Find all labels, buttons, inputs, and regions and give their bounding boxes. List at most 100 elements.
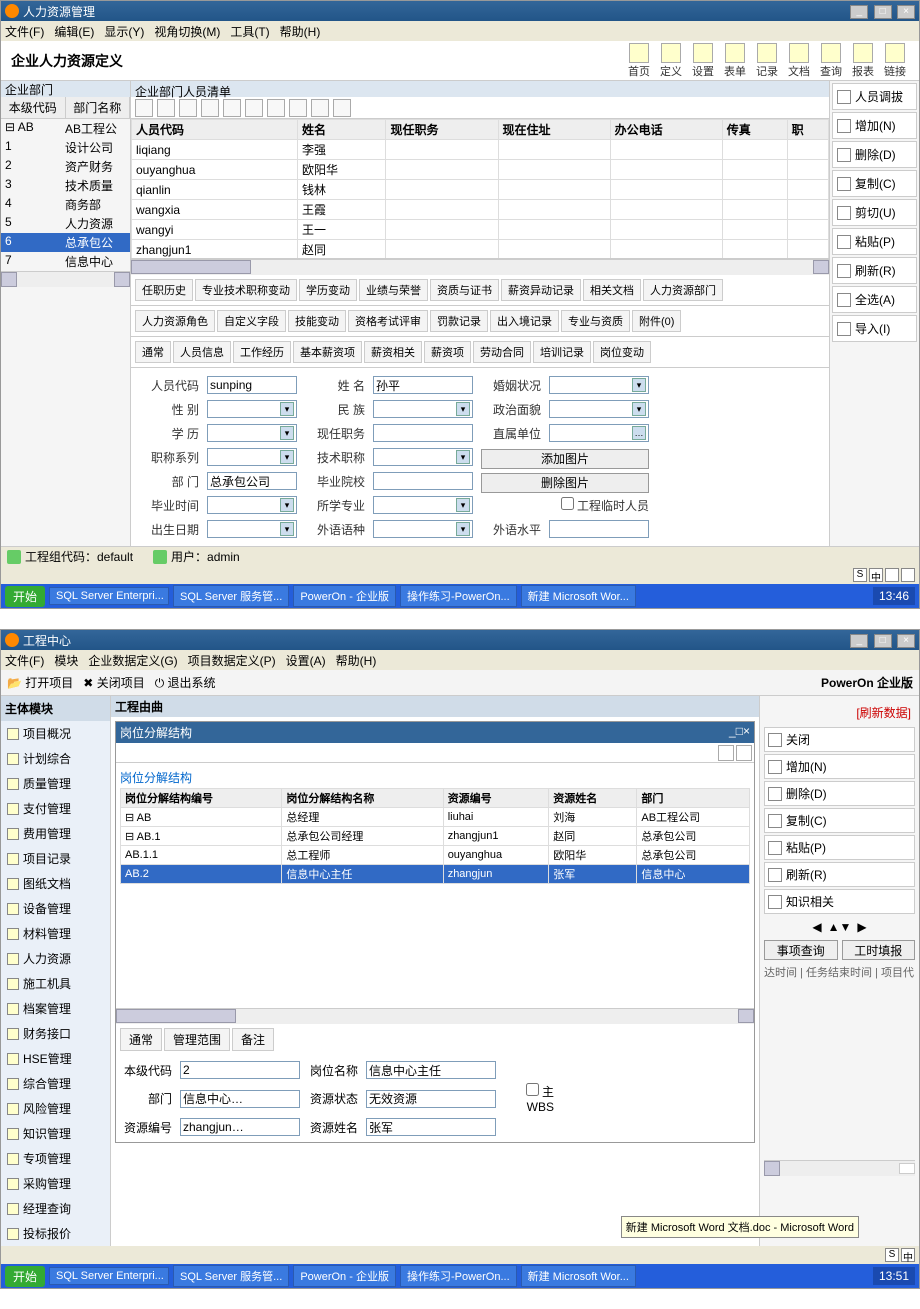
tab[interactable]: 薪资项 — [424, 341, 471, 363]
menu-module[interactable]: 模块 — [54, 652, 78, 669]
action-button[interactable]: 导入(I) — [832, 315, 917, 342]
add-image-button[interactable]: 添加图片 — [481, 449, 649, 469]
tb-form[interactable]: 表单 — [721, 43, 749, 79]
fld-school[interactable] — [373, 472, 473, 490]
tree-row[interactable]: 7信息中心 — [1, 252, 130, 271]
menu-settings[interactable]: 设置(A) — [286, 652, 326, 669]
menu-display[interactable]: 显示(Y) — [104, 23, 144, 40]
fld-edu[interactable]: ▾ — [207, 424, 297, 442]
arrow-up-down-icon[interactable]: ▲▼ — [828, 920, 852, 934]
sidebar-item[interactable]: 档案管理 — [1, 996, 110, 1021]
column-header[interactable]: 岗位分解结构编号 — [121, 789, 282, 808]
sidebar-item[interactable]: 风险管理 — [1, 1096, 110, 1121]
grid-scrollbar[interactable] — [116, 1008, 754, 1024]
action-button[interactable]: 全选(A) — [832, 286, 917, 313]
tool-icon[interactable] — [718, 745, 734, 761]
column-header[interactable]: 姓名 — [297, 120, 386, 140]
taskbar-button[interactable]: SQL Server Enterpri... — [49, 1267, 169, 1285]
sidebar-item[interactable]: 支付管理 — [1, 796, 110, 821]
tool-icon[interactable] — [135, 99, 153, 117]
fld-lang[interactable]: ▾ — [373, 520, 473, 538]
minimize-button[interactable]: _ — [850, 634, 868, 648]
minimize-button[interactable]: _ — [729, 724, 736, 741]
table-row[interactable]: wangxia王霞 — [132, 200, 829, 220]
fld-code[interactable]: 2 — [180, 1061, 300, 1079]
tab[interactable]: 专业技术职称变动 — [195, 279, 297, 301]
tab[interactable]: 学历变动 — [299, 279, 357, 301]
sidebar-item[interactable]: 综合管理 — [1, 1071, 110, 1096]
sidebar-item[interactable]: 费用管理 — [1, 821, 110, 846]
fld-resid[interactable]: zhangjun… — [180, 1118, 300, 1136]
column-header[interactable]: 资源姓名 — [549, 789, 637, 808]
action-button[interactable]: 粘贴(P) — [764, 835, 915, 860]
sidebar-item[interactable]: 质量管理 — [1, 771, 110, 796]
tab[interactable]: 人力资源部门 — [643, 279, 723, 301]
taskbar-button[interactable]: SQL Server 服务管... — [173, 1265, 289, 1287]
fld-dept[interactable]: 总承包公司 — [207, 472, 297, 490]
fld-title-series[interactable]: ▾ — [207, 448, 297, 466]
sidebar-item[interactable]: 知识管理 — [1, 1121, 110, 1146]
table-row[interactable]: wangyi王一 — [132, 220, 829, 240]
start-button[interactable]: 开始 — [5, 586, 45, 607]
ime-icon[interactable] — [901, 568, 915, 582]
sidebar-item[interactable]: 项目概况 — [1, 721, 110, 746]
exit-button[interactable]: ⏻ 退出系统 — [155, 674, 216, 691]
tab[interactable]: 出入境记录 — [490, 310, 559, 332]
sidebar-item[interactable]: 财务接口 — [1, 1021, 110, 1046]
tree-row[interactable]: 1设计公司 — [1, 138, 130, 157]
taskbar-button[interactable]: 新建 Microsoft Wor... — [521, 1265, 636, 1287]
fld-political[interactable]: ▾ — [549, 400, 649, 418]
tree-row[interactable]: 6总承包公 — [1, 233, 130, 252]
tab[interactable]: 培训记录 — [533, 341, 591, 363]
fld-unit[interactable]: … — [549, 424, 649, 442]
arrow-right-icon[interactable]: ▶ — [857, 920, 866, 934]
sidebar-item[interactable]: 材料管理 — [1, 921, 110, 946]
ellipsis-icon[interactable]: … — [232, 1120, 244, 1134]
grid-scrollbar[interactable] — [131, 259, 829, 275]
tb-report[interactable]: 报表 — [849, 43, 877, 79]
menu-edit[interactable]: 编辑(E) — [54, 23, 94, 40]
tb-doc[interactable]: 文档 — [785, 43, 813, 79]
table-row[interactable]: liqiang李强 — [132, 140, 829, 160]
fld-dept[interactable]: 信息中心… — [180, 1090, 300, 1108]
chevron-down-icon[interactable]: ▾ — [632, 402, 646, 416]
tab[interactable]: 罚款记录 — [430, 310, 488, 332]
tool-icon[interactable] — [223, 99, 241, 117]
chevron-down-icon[interactable]: ▾ — [632, 378, 646, 392]
chevron-down-icon[interactable]: ▾ — [280, 522, 294, 536]
fld-marital[interactable]: ▾ — [549, 376, 649, 394]
maximize-button[interactable]: □ — [736, 724, 743, 741]
action-button[interactable]: 刷新(R) — [764, 862, 915, 887]
taskbar-button[interactable]: PowerOn - 企业版 — [293, 1265, 396, 1287]
menu-enterprise-data[interactable]: 企业数据定义(G) — [88, 652, 177, 669]
tree-row[interactable]: 3技术质量 — [1, 176, 130, 195]
fld-gradtime[interactable]: ▾ — [207, 496, 297, 514]
chevron-down-icon[interactable]: ▾ — [280, 498, 294, 512]
sidebar-item[interactable]: 经理查询 — [1, 1196, 110, 1221]
tab[interactable]: 备注 — [232, 1028, 274, 1051]
ime-icon[interactable]: S — [853, 568, 867, 582]
fld-langlvl[interactable] — [549, 520, 649, 538]
tb-record[interactable]: 记录 — [753, 43, 781, 79]
taskbar-button[interactable]: 新建 Microsoft Wor... — [521, 585, 636, 607]
fld-major[interactable]: ▾ — [373, 496, 473, 514]
sidebar-item[interactable]: 项目记录 — [1, 846, 110, 871]
fld-resname[interactable]: 张军 — [366, 1118, 496, 1136]
chevron-down-icon[interactable]: ▾ — [280, 450, 294, 464]
col-code[interactable]: 本级代码 — [1, 97, 66, 118]
tab[interactable]: 业绩与荣誉 — [359, 279, 428, 301]
ime-icon[interactable] — [885, 568, 899, 582]
taskbar-button[interactable]: PowerOn - 企业版 — [293, 585, 396, 607]
tab[interactable]: 工作经历 — [233, 341, 291, 363]
tb-home[interactable]: 首页 — [625, 43, 653, 79]
table-row[interactable]: qianlin钱林 — [132, 180, 829, 200]
sidebar-item[interactable]: 投标报价 — [1, 1221, 110, 1246]
system-tray[interactable]: 13:46 — [873, 587, 915, 605]
minimize-button[interactable]: _ — [850, 5, 868, 19]
tab[interactable]: 专业与资质 — [561, 310, 630, 332]
table-row[interactable]: zhangjun1赵同 — [132, 240, 829, 260]
del-image-button[interactable]: 删除图片 — [481, 473, 649, 493]
action-button[interactable]: 删除(D) — [764, 781, 915, 806]
action-button[interactable]: 剪切(U) — [832, 199, 917, 226]
tab[interactable]: 薪资异动记录 — [501, 279, 581, 301]
